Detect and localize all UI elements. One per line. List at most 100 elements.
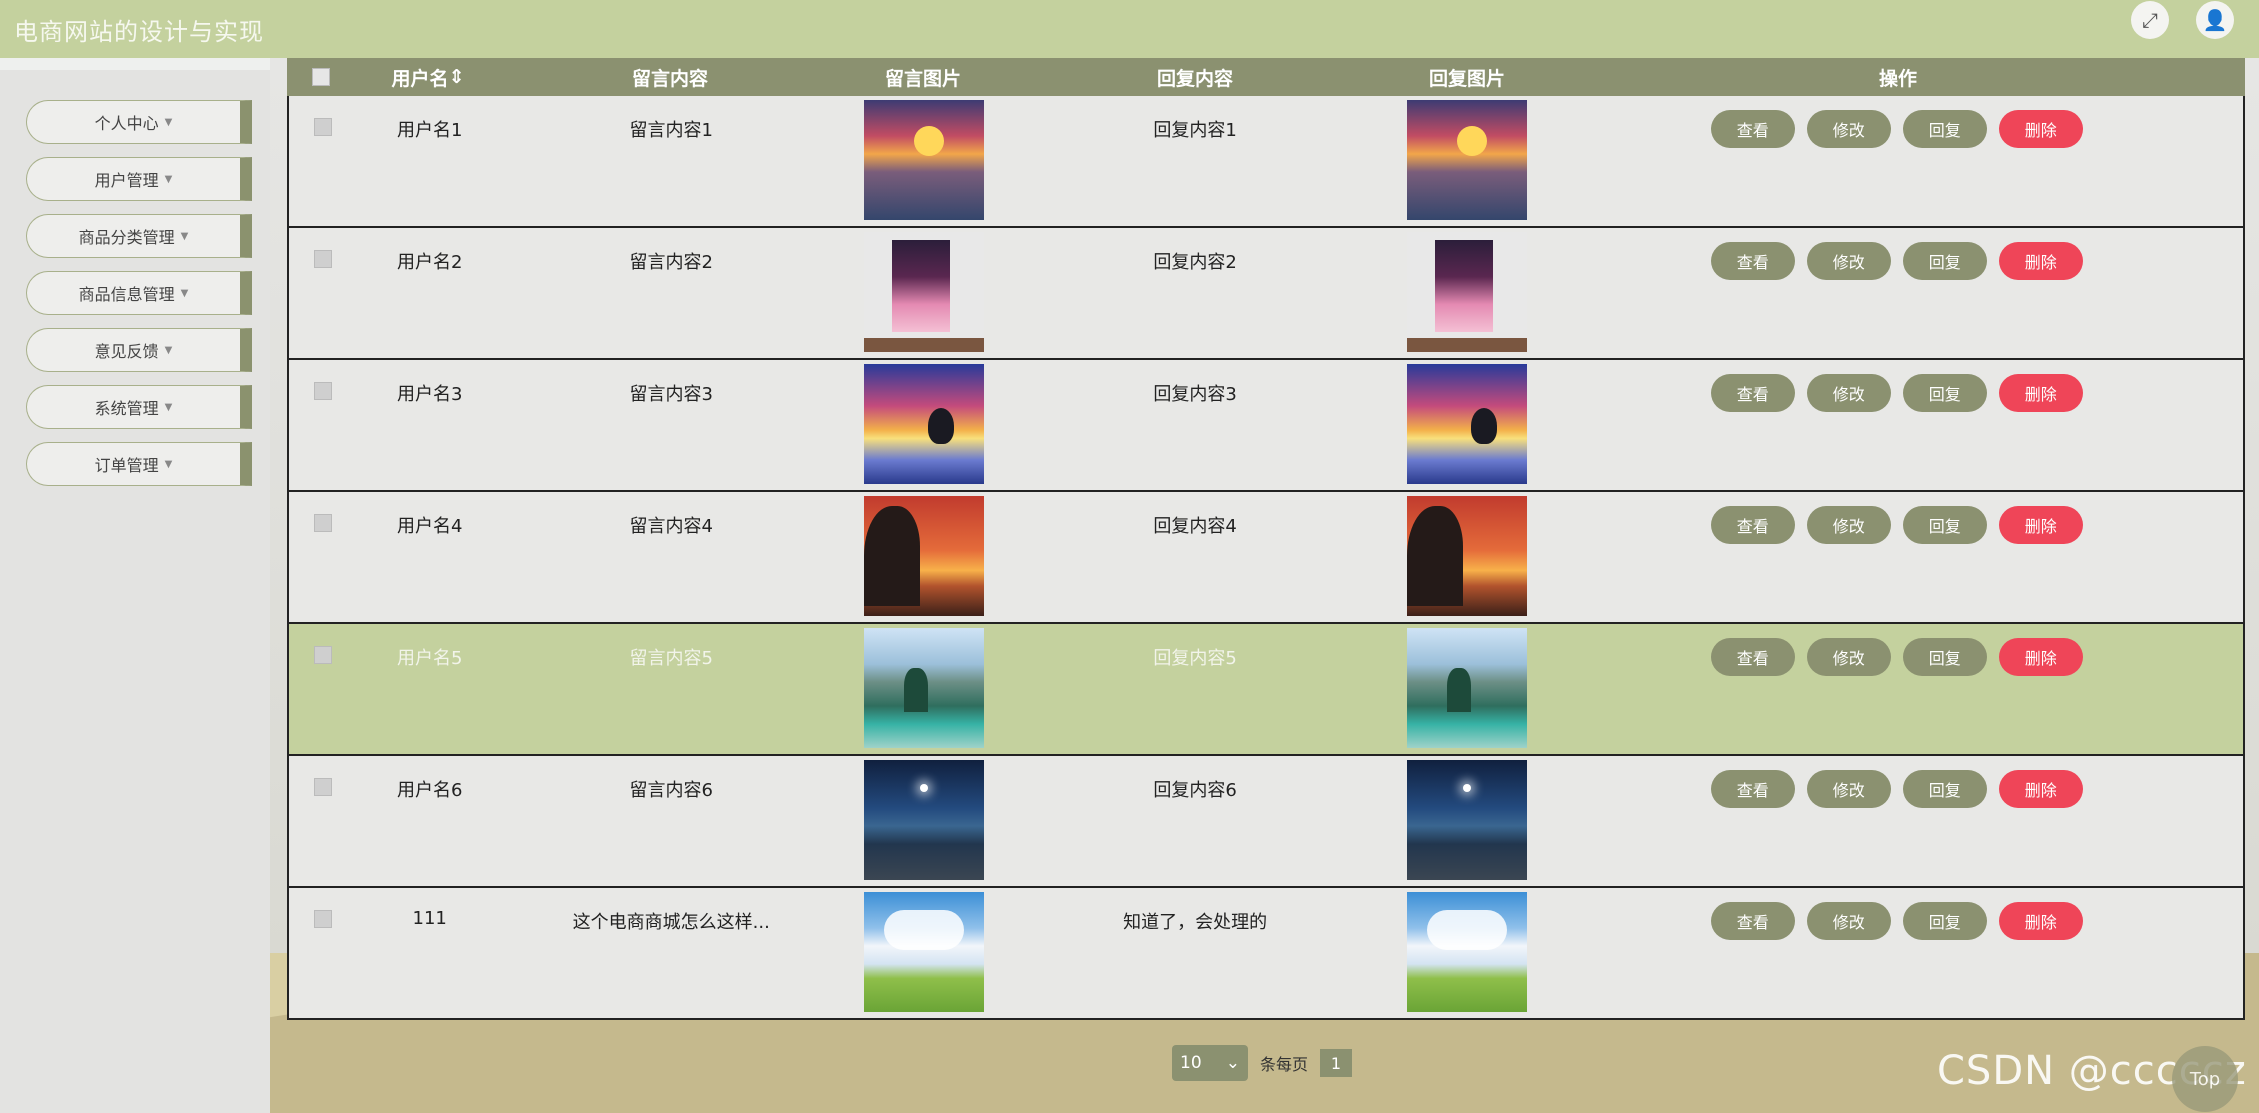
- cell-user: 111: [412, 908, 447, 929]
- page-number-current[interactable]: 1: [1320, 1049, 1353, 1077]
- reply-image[interactable]: [1406, 100, 1527, 220]
- sidebar: 个人中心 ▼ 用户管理 ▼ 商品分类管理 ▼ 商品信息管理 ▼ 意见反馈 ▼ 系统管理 ▼ …: [0, 58, 270, 1113]
- edit-button[interactable]: 修改: [1806, 242, 1891, 280]
- row-checkbox[interactable]: [313, 382, 332, 400]
- select-all-checkbox[interactable]: [312, 68, 330, 86]
- reply-image[interactable]: [1406, 496, 1527, 616]
- view-button[interactable]: 查看: [1710, 242, 1795, 280]
- page-size-select[interactable]: 10 ⌄: [1172, 1045, 1248, 1081]
- cell-message: 留言内容3: [629, 384, 713, 405]
- view-button[interactable]: 查看: [1710, 902, 1795, 940]
- row-checkbox[interactable]: [313, 778, 332, 796]
- edit-button[interactable]: 修改: [1806, 638, 1891, 676]
- reply-button[interactable]: 回复: [1902, 110, 1987, 148]
- table-row[interactable]: 用户名2 留言内容2 回复内容2 查看 修改 回复 删除: [287, 228, 2245, 360]
- sidebar-item-user-management[interactable]: 用户管理 ▼: [26, 157, 252, 201]
- cell-reply: 回复内容1: [1153, 120, 1237, 141]
- message-image[interactable]: [863, 232, 984, 352]
- reply-button[interactable]: 回复: [1902, 770, 1987, 808]
- message-image[interactable]: [863, 496, 984, 616]
- view-button[interactable]: 查看: [1710, 110, 1795, 148]
- sidebar-item-order-management[interactable]: 订单管理 ▼: [26, 442, 252, 486]
- table-row[interactable]: 用户名1 留言内容1 回复内容1 查看 修改 回复 删除: [287, 96, 2245, 228]
- reply-image[interactable]: [1406, 364, 1527, 484]
- chevron-down-icon: ⌄: [1225, 1053, 1240, 1073]
- user-icon[interactable]: 👤: [2196, 1, 2234, 39]
- header-message-image: 留言图片: [884, 67, 961, 90]
- cell-user: 用户名1: [396, 120, 463, 141]
- page-size-value: 10: [1180, 1053, 1202, 1073]
- cell-reply: 回复内容3: [1153, 384, 1237, 405]
- reply-button[interactable]: 回复: [1902, 374, 1987, 412]
- edit-button[interactable]: 修改: [1806, 374, 1891, 412]
- sidebar-item-system-management[interactable]: 系统管理 ▼: [26, 385, 252, 429]
- cell-reply: 回复内容5: [1153, 648, 1237, 669]
- cell-user: 用户名6: [396, 780, 463, 801]
- edit-button[interactable]: 修改: [1806, 770, 1891, 808]
- delete-button[interactable]: 删除: [1998, 638, 2083, 676]
- caret-down-icon: ▼: [164, 401, 173, 413]
- table-header: 用户名 ⇕ 留言内容 留言图片 回复内容 回复图片 操作: [287, 58, 2245, 96]
- feedback-table: 用户名 ⇕ 留言内容 留言图片 回复内容 回复图片 操作 用户名1 留言内容1 回…: [287, 58, 2245, 1020]
- reply-button[interactable]: 回复: [1902, 638, 1987, 676]
- message-image[interactable]: [863, 100, 984, 220]
- delete-button[interactable]: 删除: [1998, 770, 2083, 808]
- sidebar-item-label: 商品信息管理: [78, 285, 175, 304]
- reply-image[interactable]: [1406, 760, 1527, 880]
- back-to-top-button[interactable]: Top: [2172, 1046, 2238, 1112]
- table-row[interactable]: 111 这个电商商城怎么这样... 知道了，会处理的 查看 修改 回复 删除: [287, 888, 2245, 1020]
- table-row[interactable]: 用户名4 留言内容4 回复内容4 查看 修改 回复 删除: [287, 492, 2245, 624]
- message-image[interactable]: [863, 892, 984, 1012]
- cell-user: 用户名5: [396, 648, 463, 669]
- view-button[interactable]: 查看: [1710, 638, 1795, 676]
- reply-button[interactable]: 回复: [1902, 242, 1987, 280]
- view-button[interactable]: 查看: [1710, 506, 1795, 544]
- header-reply: 回复内容: [1156, 67, 1233, 90]
- row-checkbox[interactable]: [313, 250, 332, 268]
- reply-image[interactable]: [1406, 892, 1527, 1012]
- reply-image[interactable]: [1406, 232, 1527, 352]
- sort-icon[interactable]: ⇕: [449, 66, 465, 88]
- message-image[interactable]: [863, 364, 984, 484]
- cell-message: 留言内容5: [629, 648, 713, 669]
- sidebar-item-personal-center[interactable]: 个人中心 ▼: [26, 100, 252, 144]
- table-row[interactable]: 用户名6 留言内容6 回复内容6 查看 修改 回复 删除: [287, 756, 2245, 888]
- cell-message: 留言内容6: [629, 780, 713, 801]
- row-checkbox[interactable]: [313, 646, 332, 664]
- edit-button[interactable]: 修改: [1806, 110, 1891, 148]
- sidebar-item-product-management[interactable]: 商品信息管理 ▼: [26, 271, 252, 315]
- message-image[interactable]: [863, 760, 984, 880]
- view-button[interactable]: 查看: [1710, 374, 1795, 412]
- table-row[interactable]: 用户名3 留言内容3 回复内容3 查看 修改 回复 删除: [287, 360, 2245, 492]
- sidebar-item-label: 用户管理: [94, 171, 159, 190]
- caret-down-icon: ▼: [180, 230, 189, 242]
- sidebar-item-feedback[interactable]: 意见反馈 ▼: [26, 328, 252, 372]
- sidebar-item-category-management[interactable]: 商品分类管理 ▼: [26, 214, 252, 258]
- reply-button[interactable]: 回复: [1902, 902, 1987, 940]
- expand-icon[interactable]: ⤢: [2131, 1, 2169, 39]
- delete-button[interactable]: 删除: [1998, 902, 2083, 940]
- edit-button[interactable]: 修改: [1806, 902, 1891, 940]
- table-row[interactable]: 用户名5 留言内容5 回复内容5 查看 修改 回复 删除: [287, 624, 2245, 756]
- reply-button[interactable]: 回复: [1902, 506, 1987, 544]
- header-user[interactable]: 用户名 ⇕: [355, 64, 501, 91]
- delete-button[interactable]: 删除: [1998, 242, 2083, 280]
- delete-button[interactable]: 删除: [1998, 110, 2083, 148]
- delete-button[interactable]: 删除: [1998, 374, 2083, 412]
- view-button[interactable]: 查看: [1710, 770, 1795, 808]
- header-message: 留言内容: [631, 67, 708, 90]
- row-checkbox[interactable]: [313, 118, 332, 136]
- message-image[interactable]: [863, 628, 984, 748]
- row-checkbox[interactable]: [313, 514, 332, 532]
- delete-button[interactable]: 删除: [1998, 506, 2083, 544]
- reply-image[interactable]: [1406, 628, 1527, 748]
- edit-button[interactable]: 修改: [1806, 506, 1891, 544]
- pagination: 10 ⌄ 条每页 1: [1172, 1045, 1353, 1081]
- caret-down-icon: ▼: [164, 458, 173, 470]
- cell-reply: 回复内容4: [1153, 516, 1237, 537]
- cell-reply: 回复内容6: [1153, 780, 1237, 801]
- row-checkbox[interactable]: [313, 910, 332, 928]
- header-actions: 操作: [1878, 67, 1917, 90]
- header-reply-image: 回复图片: [1428, 67, 1505, 90]
- top-header: 电商网站的设计与实现 ⤢ 👤: [0, 0, 2259, 58]
